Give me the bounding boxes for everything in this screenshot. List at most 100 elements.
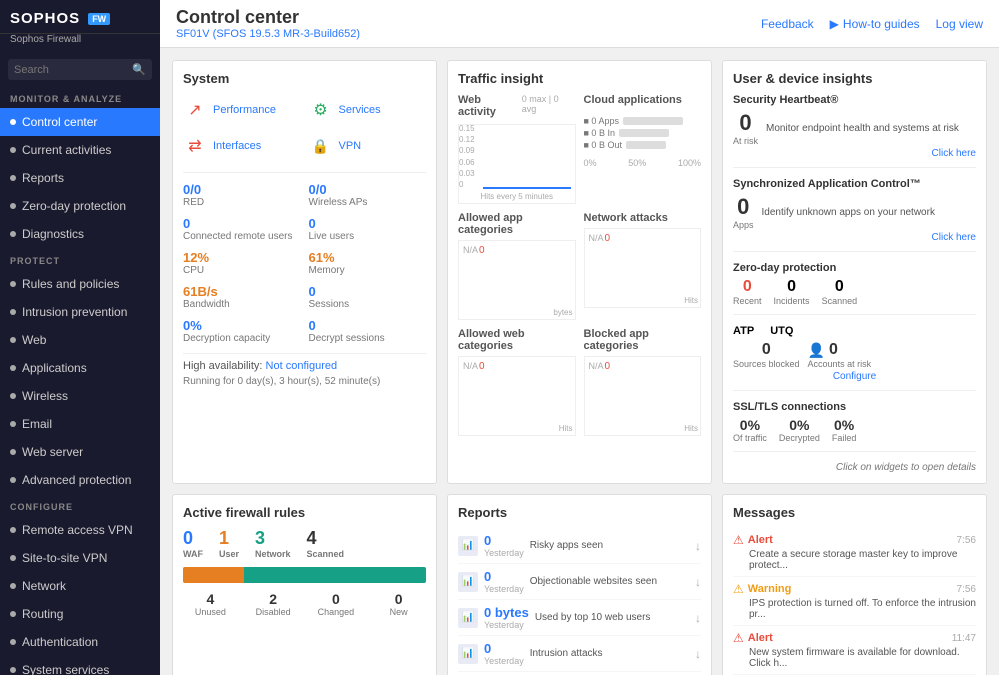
sessions-label: Sessions (309, 299, 427, 310)
unused-stat[interactable]: 4 Unused (183, 591, 238, 617)
report-item-risky-apps[interactable]: 📊 0 Yesterday Risky apps seen ↓ (458, 528, 701, 564)
sidebar-item-advanced-protection[interactable]: Advanced protection (0, 466, 160, 494)
ssl-tls-title: SSL/TLS connections (733, 401, 976, 413)
sidebar-item-remote-access-vpn[interactable]: Remote access VPN (0, 516, 160, 544)
security-heartbeat-title: Security Heartbeat® (733, 94, 976, 106)
sidebar-label-current-activities: Current activities (22, 143, 111, 157)
report-arrow-intrusion-attacks[interactable]: ↓ (695, 647, 701, 661)
log-view-link[interactable]: Log view (936, 17, 983, 31)
bandwidth-label: Bandwidth (183, 299, 301, 310)
zero-day-incidents-val: 0 (774, 278, 810, 296)
report-arrow-risky-apps[interactable]: ↓ (695, 539, 701, 553)
report-num-area-risky-apps: 0 Yesterday (484, 533, 524, 558)
services-icon-item[interactable]: ⚙ Services (309, 94, 427, 126)
how-to-guides-link[interactable]: ▶ How-to guides (830, 17, 920, 31)
sidebar-item-reports[interactable]: Reports (0, 164, 160, 192)
disabled-stat[interactable]: 2 Disabled (246, 591, 301, 617)
sidebar-label-wireless: Wireless (22, 389, 68, 403)
allowed-web-na: N/A (463, 361, 478, 371)
decrypt-sessions-stat: 0 Decrypt sessions (309, 315, 427, 347)
performance-icon-item[interactable]: ↗ Performance (183, 94, 301, 126)
security-heartbeat-count: 0 (733, 110, 758, 136)
ha-link[interactable]: Not configured (266, 360, 338, 372)
sidebar-item-site-to-site-vpn[interactable]: Site-to-site VPN (0, 544, 160, 572)
sidebar-item-email[interactable]: Email (0, 410, 160, 438)
atp-row: 0 Sources blocked 👤 0 Accounts at risk (733, 341, 976, 369)
allowed-web-val: 0 (479, 361, 485, 372)
sidebar-label-diagnostics: Diagnostics (22, 227, 84, 241)
sidebar-item-wireless[interactable]: Wireless (0, 382, 160, 410)
sidebar-item-current-activities[interactable]: Current activities (0, 136, 160, 164)
warn-icon-msg-2: ⚠ (733, 582, 744, 596)
ssl-of-traffic[interactable]: 0% Of traffic (733, 417, 767, 443)
message-item-msg-1: ⚠ Alert 7:56 Create a secure storage mas… (733, 528, 976, 577)
atp-accounts-risk[interactable]: 👤 0 Accounts at risk (808, 341, 872, 369)
msg-body-msg-2: IPS protection is turned off. To enforce… (733, 598, 976, 620)
report-arrow-objectionable-websites[interactable]: ↓ (695, 575, 701, 589)
report-arrow-top-web-users[interactable]: ↓ (695, 611, 701, 625)
sidebar-dot-diagnostics (10, 231, 16, 237)
connected-remote-label: Connected remote users (183, 231, 301, 242)
live-users-stat: 0 Live users (309, 213, 427, 245)
sidebar-item-web-server[interactable]: Web server (0, 438, 160, 466)
sidebar-item-zero-day-protection[interactable]: Zero-day protection (0, 192, 160, 220)
report-item-intrusion-attacks[interactable]: 📊 0 Yesterday Intrusion attacks ↓ (458, 636, 701, 672)
sync-app-count-label: Apps (733, 220, 754, 230)
scanned-num: 4 (307, 528, 345, 549)
new-stat[interactable]: 0 New (371, 591, 426, 617)
security-heartbeat-link[interactable]: Click here (733, 148, 976, 159)
report-date-risky-apps: Yesterday (484, 548, 524, 558)
network-num: 3 (255, 528, 291, 549)
sidebar-item-intrusion-prevention[interactable]: Intrusion prevention (0, 298, 160, 326)
sidebar-item-applications[interactable]: Applications (0, 354, 160, 382)
sidebar-label-site-to-site-vpn: Site-to-site VPN (22, 551, 107, 565)
report-item-objectionable-websites[interactable]: 📊 0 Yesterday Objectionable websites see… (458, 564, 701, 600)
sidebar-label-email: Email (22, 417, 52, 431)
search-input[interactable] (14, 64, 132, 76)
atp-titles: ATP UTQ (733, 325, 976, 337)
zero-day-incidents[interactable]: 0 Incidents (774, 278, 810, 306)
atp-sources-blocked[interactable]: 0 Sources blocked (733, 341, 800, 369)
click-widgets-hint: Click on widgets to open details (733, 462, 976, 473)
sync-app-link[interactable]: Click here (733, 232, 976, 243)
red-label: RED (183, 197, 301, 208)
allowed-app-section: Allowed app categories N/A 0 bytes (458, 212, 576, 320)
feedback-link[interactable]: Feedback (761, 17, 814, 31)
system-title: System (183, 71, 426, 86)
security-heartbeat-count-area: 0 At risk (733, 110, 758, 146)
user-tab[interactable]: 1 User (219, 528, 239, 559)
configure-link[interactable]: Configure (733, 371, 976, 382)
sidebar-search[interactable]: 🔍 (8, 59, 152, 80)
zero-day-scanned[interactable]: 0 Scanned (822, 278, 858, 306)
sidebar-item-network[interactable]: Network (0, 572, 160, 600)
sidebar-dot-intrusion-prevention (10, 309, 16, 315)
scanned-tab[interactable]: 4 Scanned (307, 528, 345, 559)
network-label: Network (255, 549, 291, 559)
sidebar-item-system-services[interactable]: System services (0, 656, 160, 675)
report-item-top-web-users[interactable]: 📊 0 bytes Yesterday Used by top 10 web u… (458, 600, 701, 636)
changed-stat[interactable]: 0 Changed (309, 591, 364, 617)
zero-day-scanned-label: Scanned (822, 296, 858, 306)
vpn-icon-item[interactable]: 🔒 VPN (309, 130, 427, 162)
alert-icon-msg-1: ⚠ (733, 533, 744, 547)
sidebar-item-routing[interactable]: Routing (0, 600, 160, 628)
zero-day-recent[interactable]: 0 Recent (733, 278, 762, 306)
sidebar-item-authentication[interactable]: Authentication (0, 628, 160, 656)
report-num-top-web-users: 0 bytes (484, 605, 529, 620)
sidebar-item-diagnostics[interactable]: Diagnostics (0, 220, 160, 248)
sidebar-section-configure: CONFIGURE (0, 494, 160, 516)
atp-label: ATP (733, 325, 754, 337)
sidebar-item-control-center[interactable]: Control center (0, 108, 160, 136)
ssl-decrypted[interactable]: 0% Decrypted (779, 417, 820, 443)
sidebar-item-web[interactable]: Web (0, 326, 160, 354)
decryption-value: 0% (183, 318, 301, 333)
ssl-failed[interactable]: 0% Failed (832, 417, 857, 443)
waf-tab[interactable]: 0 WAF (183, 528, 203, 559)
msg-time-msg-1: 7:56 (957, 535, 976, 546)
sidebar-dot-authentication (10, 639, 16, 645)
allowed-app-val: 0 (479, 245, 485, 256)
network-tab[interactable]: 3 Network (255, 528, 291, 559)
sync-app-count: 0 (733, 194, 754, 220)
interfaces-icon-item[interactable]: ⇄ Interfaces (183, 130, 301, 162)
sidebar-item-rules-policies[interactable]: Rules and policies (0, 270, 160, 298)
